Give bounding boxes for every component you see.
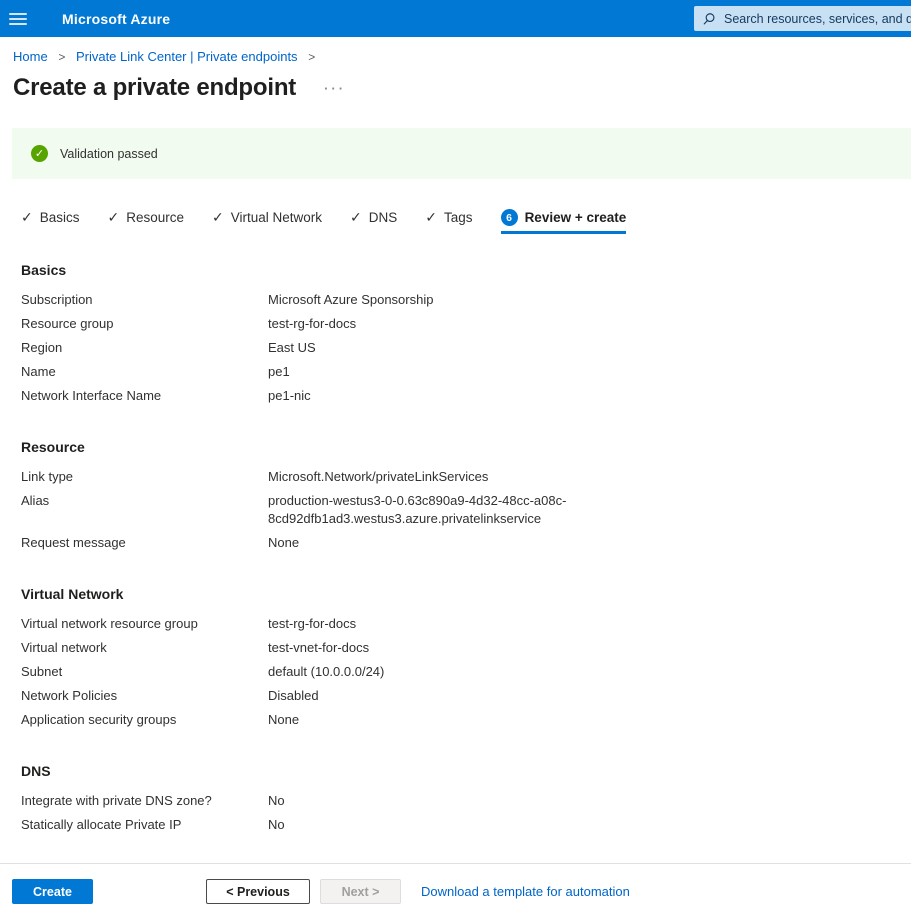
section-dns: DNSIntegrate with private DNS zone?NoSta…: [21, 763, 911, 837]
validation-banner: ✓ Validation passed: [12, 128, 911, 179]
summary-row: Virtual networktest-vnet-for-docs: [21, 636, 911, 660]
tab-review-create[interactable]: 6 Review + create: [501, 209, 627, 234]
tab-label: Tags: [444, 210, 473, 225]
row-label: Network Policies: [21, 687, 268, 705]
tab-label: Virtual Network: [231, 210, 322, 225]
section-heading: Virtual Network: [21, 586, 911, 602]
check-icon: ✓: [212, 209, 224, 226]
section-heading: DNS: [21, 763, 911, 779]
page-title: Create a private endpoint: [13, 73, 296, 103]
check-icon: ✓: [108, 209, 120, 226]
section-heading: Basics: [21, 262, 911, 278]
row-label: Virtual network resource group: [21, 615, 268, 633]
hamburger-menu-icon[interactable]: [9, 13, 27, 25]
section-basics: Basics SubscriptionMicrosoft Azure Sponso…: [21, 262, 911, 408]
breadcrumb-separator: >: [308, 50, 315, 64]
row-value: pe1-nic: [268, 387, 311, 405]
row-value: pe1: [268, 363, 290, 381]
row-value: test-rg-for-docs: [268, 615, 356, 633]
row-value: test-vnet-for-docs: [268, 639, 369, 657]
row-label: Request message: [21, 534, 268, 552]
summary-row: Network PoliciesDisabled: [21, 684, 911, 708]
summary-row: Link typeMicrosoft.Network/privateLinkSe…: [21, 465, 911, 489]
top-bar: Microsoft Azure Search resources, servic…: [0, 0, 911, 37]
validation-message: Validation passed: [60, 147, 158, 161]
tab-dns[interactable]: ✓ DNS: [350, 209, 397, 234]
tab-resource[interactable]: ✓ Resource: [108, 209, 185, 234]
row-label: Link type: [21, 468, 268, 486]
row-value: None: [268, 711, 299, 729]
row-label: Integrate with private DNS zone?: [21, 792, 268, 810]
row-label: Statically allocate Private IP: [21, 816, 268, 834]
summary-row: SubscriptionMicrosoft Azure Sponsorship: [21, 288, 911, 312]
previous-button[interactable]: < Previous: [206, 879, 310, 904]
download-template-link[interactable]: Download a template for automation: [421, 884, 630, 899]
sections: Basics SubscriptionMicrosoft Azure Sponso…: [21, 262, 911, 837]
row-label: Subnet: [21, 663, 268, 681]
step-number-badge: 6: [501, 209, 518, 226]
row-label: Virtual network: [21, 639, 268, 657]
app-title: Microsoft Azure: [62, 11, 170, 27]
row-value: No: [268, 816, 285, 834]
search-text: Search resources, services, and docs (G+…: [724, 12, 911, 26]
section-resource: Resource Link typeMicrosoft.Network/priva…: [21, 439, 911, 555]
tab-list: ✓ Basics ✓ Resource ✓ Virtual Network ✓ DNS ✓ Tag…: [21, 209, 911, 234]
summary-row: Resource grouptest-rg-for-docs: [21, 312, 911, 336]
row-label: Region: [21, 339, 268, 357]
row-value: No: [268, 792, 285, 810]
tab-basics[interactable]: ✓ Basics: [21, 209, 80, 234]
tab-label: Review + create: [525, 210, 627, 225]
row-value: Microsoft.Network/privateLinkServices: [268, 468, 488, 486]
section-heading: Resource: [21, 439, 911, 455]
row-value: default (10.0.0.0/24): [268, 663, 384, 681]
summary-row: Statically allocate Private IPNo: [21, 813, 911, 837]
next-button[interactable]: Next >: [320, 879, 401, 904]
search-input[interactable]: Search resources, services, and docs (G+…: [694, 6, 911, 31]
row-label: Name: [21, 363, 268, 381]
summary-row: Network Interface Namepe1-nic: [21, 384, 911, 408]
breadcrumb: Home > Private Link Center | Private end…: [13, 49, 911, 64]
tab-label: DNS: [369, 210, 398, 225]
tab-tags[interactable]: ✓ Tags: [425, 209, 472, 234]
tab-label: Resource: [126, 210, 184, 225]
row-label: Resource group: [21, 315, 268, 333]
search-icon: [702, 12, 716, 26]
summary-row: Namepe1: [21, 360, 911, 384]
summary-row: Request messageNone: [21, 531, 911, 555]
check-icon: ✓: [350, 209, 362, 226]
create-button[interactable]: Create: [12, 879, 93, 904]
row-value: production-westus3-0-0.63c890a9-4d32-48c…: [268, 492, 580, 528]
check-icon: ✓: [21, 209, 33, 226]
summary-row: Aliasproduction-westus3-0-0.63c890a9-4d3…: [21, 489, 911, 531]
tab-label: Basics: [40, 210, 80, 225]
summary-row: Integrate with private DNS zone?No: [21, 789, 911, 813]
row-label: Subscription: [21, 291, 268, 309]
tab-virtual-network[interactable]: ✓ Virtual Network: [212, 209, 322, 234]
footer-bar: Create < Previous Next > Download a temp…: [0, 863, 911, 919]
row-value: East US: [268, 339, 316, 357]
breadcrumb-home[interactable]: Home: [13, 49, 48, 64]
breadcrumb-separator: >: [58, 50, 65, 64]
row-value: None: [268, 534, 299, 552]
check-icon: ✓: [425, 209, 437, 226]
row-label: Alias: [21, 492, 268, 528]
row-value: test-rg-for-docs: [268, 315, 356, 333]
summary-row: Application security groupsNone: [21, 708, 911, 732]
summary-row: RegionEast US: [21, 336, 911, 360]
success-check-icon: ✓: [31, 145, 48, 162]
row-value: Microsoft Azure Sponsorship: [268, 291, 433, 309]
breadcrumb-parent[interactable]: Private Link Center | Private endpoints: [76, 49, 298, 64]
more-options-icon[interactable]: ···: [324, 81, 346, 96]
summary-row: Virtual network resource grouptest-rg-fo…: [21, 612, 911, 636]
row-label: Application security groups: [21, 711, 268, 729]
row-value: Disabled: [268, 687, 319, 705]
row-label: Network Interface Name: [21, 387, 268, 405]
summary-row: Subnetdefault (10.0.0.0/24): [21, 660, 911, 684]
section-virtual-network: Virtual Network Virtual network resource …: [21, 586, 911, 732]
